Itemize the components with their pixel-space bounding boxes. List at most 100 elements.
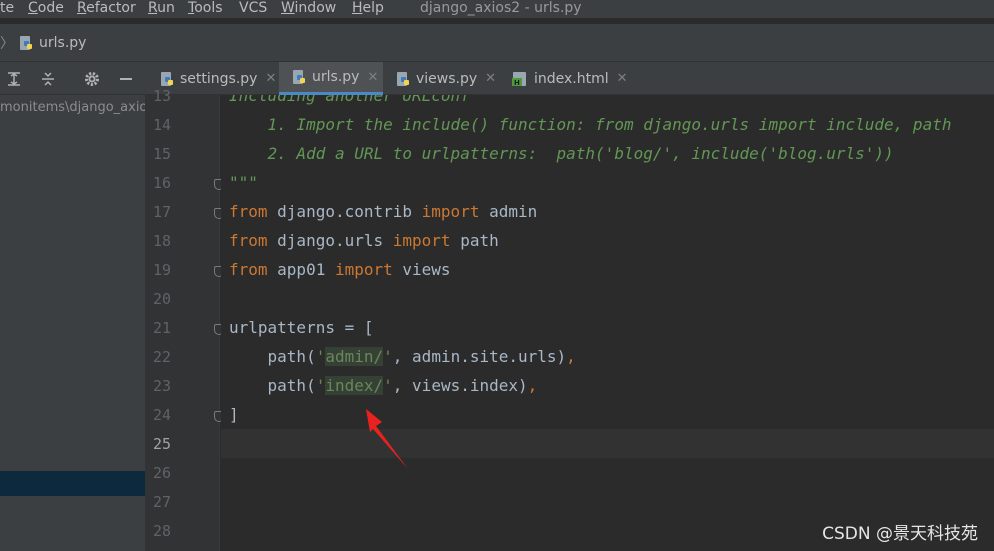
line-number: 28 [152,522,171,540]
code-line[interactable]: path('index/', views.index), [229,376,537,395]
code-token: Including another URLconf [229,95,470,105]
collapse-all-icon [42,72,54,86]
code-token: urlpatterns = [ [229,318,374,337]
menu-navigate[interactable]: te [0,0,14,16]
menu-run[interactable]: Run [148,0,175,16]
code-token: admin/ [325,347,384,366]
code-token: , admin.site.urls) [392,347,567,366]
line-number: 19 [152,261,171,279]
line-number: 18 [152,232,171,250]
line-number: 15 [152,145,171,163]
code-line[interactable]: from django.urls import path [229,231,499,250]
python-file-icon [397,71,409,86]
tab-label: views.py [416,70,478,87]
line-number: 24 [152,406,171,424]
code-token: , views.index) [392,376,528,395]
close-icon[interactable]: ✕ [617,71,628,86]
project-panel: monitems\django_axios [0,95,145,551]
code-token: , [566,347,576,366]
code-token: ] [229,405,239,424]
code-token: path( [229,376,316,395]
code-token: from [229,260,268,279]
expand-all-button[interactable] [4,69,24,89]
line-number: 17 [152,203,171,221]
code-line[interactable]: from app01 import views [229,260,451,279]
code-token: views [392,260,451,279]
tab-label: index.html [534,70,609,87]
code-token: admin [479,202,538,221]
current-line-highlight [221,429,994,458]
breadcrumb-file[interactable]: urls.py [18,34,86,52]
menu-help[interactable]: Help [352,0,384,16]
code-token: app01 [267,260,335,279]
svg-text:H: H [514,79,520,87]
line-number: 13 [152,87,171,105]
menu-refactor[interactable]: Refactor [77,0,136,16]
line-number: 20 [152,290,171,308]
line-number: 23 [152,377,171,395]
code-token: ' [383,347,393,366]
watermark: CSDN @景天科技苑 [822,524,978,544]
code-token: import [421,202,480,221]
project-root-path[interactable]: monitems\django_axios [0,100,145,115]
close-icon[interactable]: ✕ [485,71,496,86]
menu-window[interactable]: Window [281,0,336,16]
breadcrumb: 〉 urls.py [0,24,994,62]
code-line[interactable]: path('admin/', admin.site.urls), [229,347,576,366]
editor-tabs: settings.py ✕ urls.py ✕ views.py ✕ H ind… [145,62,994,95]
close-icon[interactable]: ✕ [367,70,378,85]
menu-tools[interactable]: Tools [188,0,223,16]
code-token: ' [315,347,326,366]
expand-all-icon [8,72,20,86]
code-line[interactable]: 1. Import the include() function: from d… [229,115,952,134]
code-line[interactable]: Including another URLconf [229,95,470,105]
line-number: 14 [152,116,171,134]
code-line[interactable]: ] [229,405,239,424]
code-token: path [450,231,499,250]
tab-urls-py[interactable]: urls.py ✕ [279,62,383,95]
code-token: from [229,231,268,250]
code-token: path( [229,347,316,366]
code-line[interactable]: urlpatterns = [ [229,318,374,337]
code-editor[interactable]: Including another URLconf 1. Import the … [221,95,994,551]
code-token: import [334,260,393,279]
tab-label: urls.py [312,69,360,85]
code-token: django.contrib [267,202,422,221]
code-token: ' [383,376,393,395]
code-token: import [392,231,451,250]
code-line[interactable]: """ [229,173,258,192]
line-number: 26 [152,464,171,482]
line-number: 22 [152,348,171,366]
tab-index-html[interactable]: H index.html ✕ [511,62,635,95]
code-token: ' [315,376,326,395]
line-number: 16 [152,174,171,192]
code-line[interactable]: 2. Add a URL to urlpatterns: path('blog/… [229,144,894,163]
menu-bar: te Code Refactor Run Tools VCS Window He… [0,0,994,18]
code-token: 1. Import the include() function: from d… [229,115,952,134]
code-line[interactable]: from django.contrib import admin [229,202,537,221]
collapse-all-button[interactable] [38,69,58,89]
python-file-icon [293,70,305,84]
code-token: 2. Add a URL to urlpatterns: path('blog/… [229,144,894,163]
line-number: 27 [152,493,171,511]
python-file-icon [20,36,32,50]
settings-button[interactable] [82,69,102,89]
close-icon[interactable]: ✕ [265,71,276,86]
project-selected-row[interactable] [0,471,145,496]
menu-code[interactable]: Code [28,0,64,16]
code-token: from [229,202,268,221]
annotation-arrow-icon [366,409,408,469]
code-token: django.urls [267,231,393,250]
html-file-icon: H [512,71,526,87]
code-token: index/ [325,376,384,395]
hide-panel-button[interactable] [116,69,136,89]
menu-vcs[interactable]: VCS [239,0,267,16]
tab-views-py[interactable]: views.py ✕ [395,62,505,95]
editor-gutter[interactable]: 13 14 15 16 17 18 19 20 21 22 23 24 25 26 27 28 [145,87,224,551]
tab-settings-py[interactable]: settings.py ✕ [157,62,279,95]
gear-icon [85,72,99,86]
breadcrumb-file-label: urls.py [39,35,87,51]
minimize-icon [120,78,132,80]
python-file-icon [161,71,173,86]
line-number: 21 [152,319,171,337]
